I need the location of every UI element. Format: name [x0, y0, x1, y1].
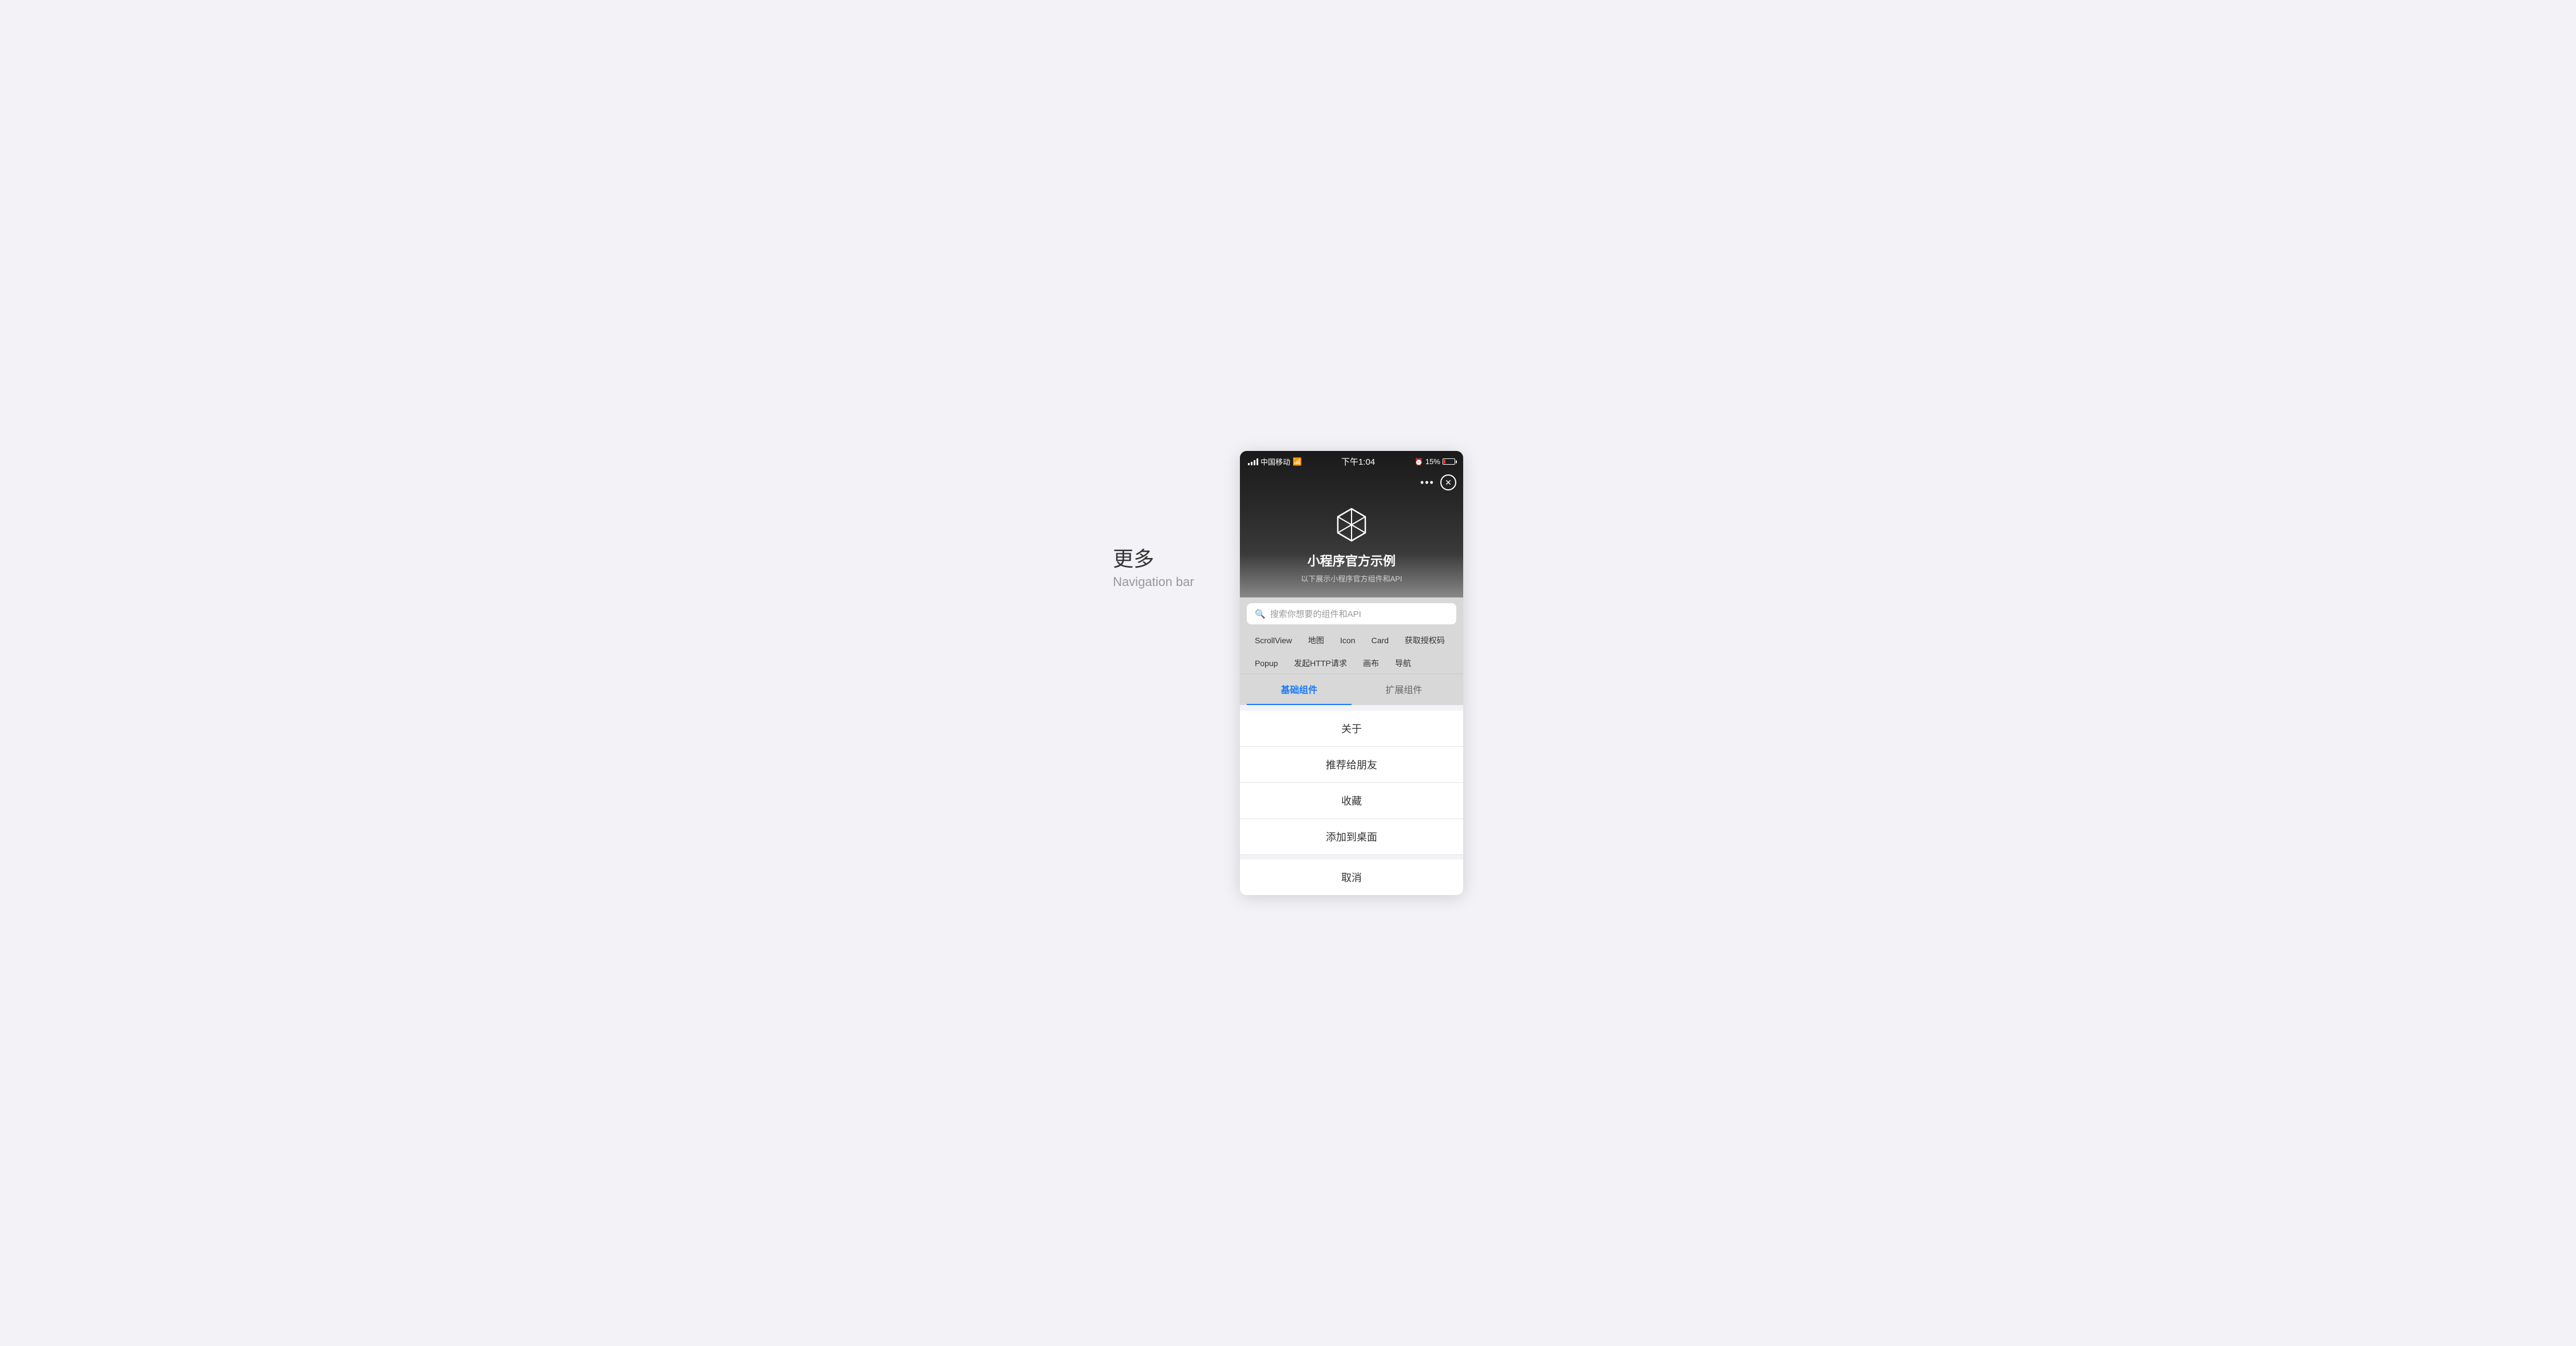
nav-bar: ••• ✕ [1240, 471, 1463, 495]
sidebar-subtitle: Navigation bar [1113, 575, 1194, 589]
signal-bar-1 [1248, 463, 1250, 465]
battery-icon [1443, 458, 1455, 465]
tabs-bar: 基础组件 扩展组件 [1240, 674, 1463, 705]
status-left: 中国移动 📶 [1248, 456, 1302, 467]
search-area: 🔍 搜索你想要的组件和API ScrollView 地图 Icon Card 获… [1240, 597, 1463, 674]
sidebar-label: 更多 Navigation bar [1113, 451, 1194, 589]
tag-icon[interactable]: Icon [1332, 631, 1363, 650]
menu-item-cancel[interactable]: 取消 [1240, 860, 1463, 895]
carrier-label: 中国移动 [1261, 456, 1290, 467]
tab-extended-components[interactable]: 扩展组件 [1352, 674, 1456, 705]
app-title: 小程序官方示例 [1307, 551, 1396, 569]
status-time: 下午1:04 [1341, 456, 1375, 468]
wifi-icon: 📶 [1293, 457, 1302, 466]
more-button[interactable]: ••• [1420, 477, 1435, 489]
app-subtitle: 以下展示小程序官方组件和API [1301, 573, 1402, 584]
tag-map[interactable]: 地图 [1300, 630, 1332, 651]
signal-icon [1248, 458, 1258, 465]
alarm-icon: ⏰ [1415, 458, 1423, 466]
page-wrapper: 更多 Navigation bar 中国移动 📶 下午1:04 [0, 428, 2576, 918]
tags-row-1: ScrollView 地图 Icon Card 获取授权码 [1247, 630, 1456, 651]
signal-bar-3 [1254, 460, 1255, 465]
tag-popup[interactable]: Popup [1247, 654, 1286, 672]
tab-basic-components[interactable]: 基础组件 [1247, 674, 1352, 705]
phone-frame: 中国移动 📶 下午1:04 ⏰ 15% ••• [1240, 451, 1463, 895]
signal-bar-2 [1251, 462, 1253, 465]
nav-actions: ••• ✕ [1420, 474, 1456, 490]
menu-item-recommend[interactable]: 推荐给朋友 [1240, 747, 1463, 783]
battery-body [1443, 458, 1455, 465]
tag-scrollview[interactable]: ScrollView [1247, 631, 1300, 650]
tags-row-2: Popup 发起HTTP请求 画布 导航 [1247, 653, 1456, 674]
app-header: 小程序官方示例 以下展示小程序官方组件和API [1240, 495, 1463, 597]
app-logo-icon [1333, 506, 1370, 543]
battery-percent: 15% [1425, 457, 1440, 466]
sidebar-title: 更多 [1113, 543, 1194, 572]
phone-top: 中国移动 📶 下午1:04 ⏰ 15% ••• [1240, 451, 1463, 597]
tag-auth[interactable]: 获取授权码 [1397, 630, 1453, 651]
close-button[interactable]: ✕ [1440, 474, 1456, 490]
menu-item-desktop[interactable]: 添加到桌面 [1240, 819, 1463, 855]
menu-section: 关于 推荐给朋友 收藏 添加到桌面 取消 [1240, 705, 1463, 895]
tag-card[interactable]: Card [1364, 631, 1397, 650]
status-bar: 中国移动 📶 下午1:04 ⏰ 15% [1240, 451, 1463, 471]
search-bar[interactable]: 🔍 搜索你想要的组件和API [1247, 603, 1456, 624]
menu-item-about[interactable]: 关于 [1240, 711, 1463, 747]
search-placeholder: 搜索你想要的组件和API [1270, 608, 1361, 620]
search-icon: 🔍 [1255, 609, 1266, 619]
tab-extended-label: 扩展组件 [1385, 686, 1422, 695]
tag-canvas[interactable]: 画布 [1355, 653, 1387, 674]
signal-bar-4 [1257, 458, 1258, 465]
tag-http[interactable]: 发起HTTP请求 [1286, 653, 1355, 674]
tag-nav[interactable]: 导航 [1387, 653, 1419, 674]
menu-item-favorite[interactable]: 收藏 [1240, 783, 1463, 819]
tab-basic-label: 基础组件 [1281, 686, 1317, 695]
status-right: ⏰ 15% [1415, 457, 1455, 466]
battery-fill [1444, 460, 1445, 464]
close-icon: ✕ [1445, 478, 1452, 488]
